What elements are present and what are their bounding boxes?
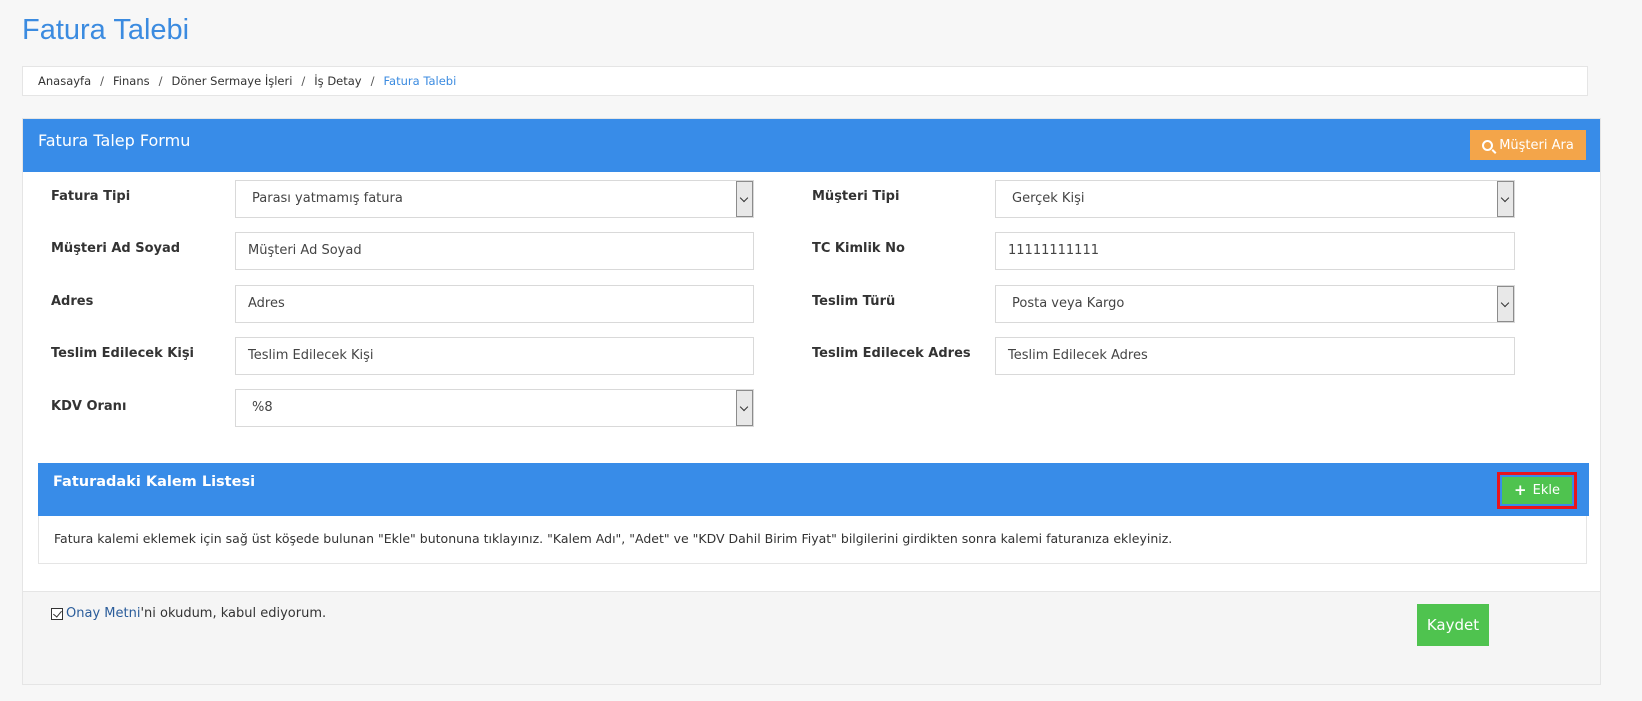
add-item-label: Ekle — [1532, 483, 1560, 498]
plus-icon: + — [1514, 481, 1527, 499]
chevron-down-icon — [1497, 286, 1514, 322]
chevron-down-icon — [1497, 181, 1514, 217]
tc-id-input[interactable]: 11111111111 — [995, 232, 1515, 270]
save-button[interactable]: Kaydet — [1417, 604, 1489, 646]
items-panel-title: Faturadaki Kalem Listesi — [53, 474, 256, 490]
panel-title: Fatura Talep Formu — [38, 131, 191, 150]
breadcrumb-item-is-detay[interactable]: İş Detay — [314, 74, 361, 88]
breadcrumb-item-anasayfa[interactable]: Anasayfa — [38, 74, 91, 88]
consent-line: Onay Metni 'ni okudum, kabul ediyorum. — [51, 606, 326, 621]
tc-id-label: TC Kimlik No — [812, 241, 905, 256]
breadcrumb-separator: / — [301, 74, 306, 88]
breadcrumb-item-doner-sermaye[interactable]: Döner Sermaye İşleri — [172, 74, 293, 88]
panel-header: Fatura Talep Formu Müşteri Ara — [23, 119, 1600, 172]
customer-name-input[interactable]: Müşteri Ad Soyad — [235, 232, 754, 270]
breadcrumb-item-finans[interactable]: Finans — [113, 74, 150, 88]
invoice-type-value: Parası yatmamış fatura — [252, 191, 403, 206]
add-button-highlight: + Ekle — [1497, 472, 1577, 509]
consent-text: 'ni okudum, kabul ediyorum. — [140, 606, 327, 621]
items-info-text: Fatura kalemi eklemek için sağ üst köşed… — [54, 531, 1173, 546]
consent-text-link[interactable]: Onay Metni — [66, 606, 140, 621]
invoice-request-panel: Fatura Talep Formu Müşteri Ara Fatura Ti… — [22, 118, 1601, 685]
form-footer: Onay Metni 'ni okudum, kabul ediyorum. K… — [23, 591, 1600, 684]
vat-rate-select[interactable]: %8 — [235, 389, 754, 427]
delivery-type-label: Teslim Türü — [812, 294, 896, 309]
invoice-type-label: Fatura Tipi — [51, 189, 131, 204]
breadcrumb-separator: / — [100, 74, 105, 88]
breadcrumb-separator: / — [370, 74, 375, 88]
invoice-type-select[interactable]: Parası yatmamış fatura — [235, 180, 754, 218]
breadcrumb-item-active: Fatura Talebi — [383, 74, 457, 88]
delivery-address-label: Teslim Edilecek Adres — [812, 346, 971, 361]
customer-name-label: Müşteri Ad Soyad — [51, 241, 181, 256]
recipient-person-input[interactable]: Teslim Edilecek Kişi — [235, 337, 754, 375]
vat-rate-label: KDV Oranı — [51, 399, 127, 414]
customer-type-select[interactable]: Gerçek Kişi — [995, 180, 1515, 218]
delivery-address-input[interactable]: Teslim Edilecek Adres — [995, 337, 1515, 375]
customer-search-button[interactable]: Müşteri Ara — [1470, 130, 1586, 160]
page-title: Fatura Talebi — [22, 14, 190, 46]
delivery-type-value: Posta veya Kargo — [1012, 296, 1125, 311]
breadcrumb: Anasayfa / Finans / Döner Sermaye İşleri / İş … — [22, 66, 1588, 96]
address-input[interactable]: Adres — [235, 285, 754, 323]
chevron-down-icon — [736, 181, 753, 217]
customer-search-label: Müşteri Ara — [1499, 137, 1574, 153]
recipient-person-label: Teslim Edilecek Kişi — [51, 346, 195, 361]
search-icon — [1482, 139, 1494, 151]
vat-rate-value: %8 — [252, 400, 273, 415]
consent-checkbox[interactable] — [51, 607, 63, 620]
add-item-button[interactable]: + Ekle — [1502, 477, 1572, 504]
address-label: Adres — [51, 294, 94, 309]
items-panel-header: Faturadaki Kalem Listesi + Ekle — [38, 463, 1589, 516]
breadcrumb-separator: / — [158, 74, 163, 88]
customer-type-label: Müşteri Tipi — [812, 189, 900, 204]
customer-type-value: Gerçek Kişi — [1012, 191, 1085, 206]
chevron-down-icon — [736, 390, 753, 426]
invoice-items-panel: Faturadaki Kalem Listesi + Ekle Fatura k… — [38, 463, 1589, 564]
delivery-type-select[interactable]: Posta veya Kargo — [995, 285, 1515, 323]
